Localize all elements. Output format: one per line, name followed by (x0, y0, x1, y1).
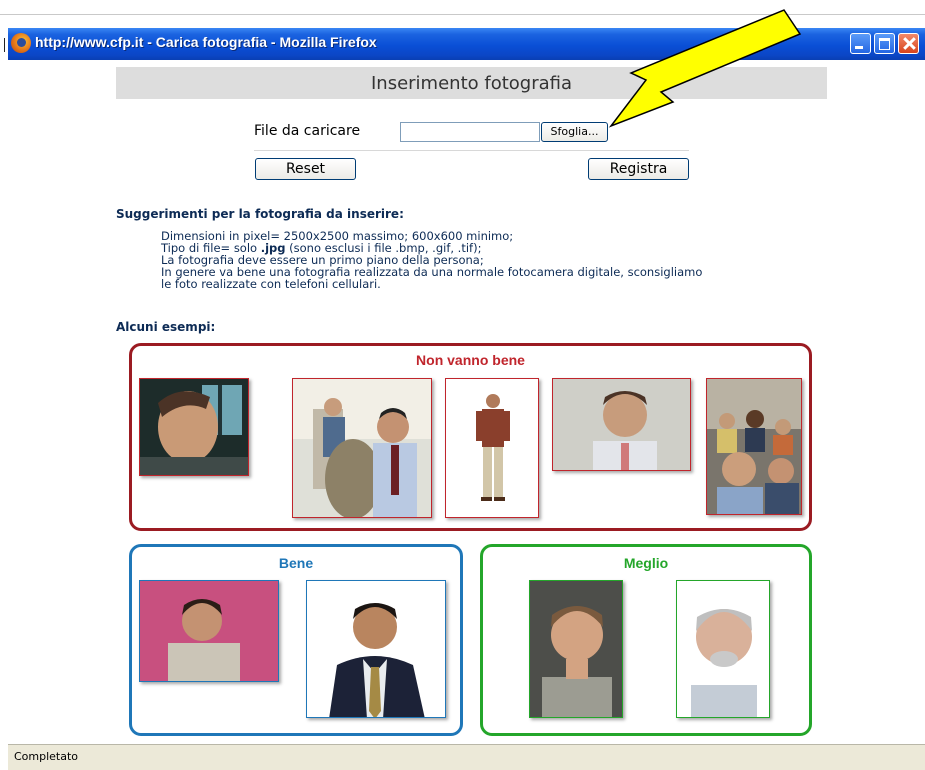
close-button[interactable] (898, 33, 919, 54)
good-photo-suit (306, 580, 446, 718)
reset-button[interactable]: Reset (255, 158, 356, 180)
firefox-icon[interactable] (11, 33, 31, 53)
file-path-input[interactable] (400, 122, 540, 142)
better-examples-title: Meglio (623, 555, 669, 571)
page-content: Inserimento fotografia File da caricare … (8, 60, 925, 744)
desktop-background (0, 0, 925, 28)
bad-photo-side-profile (139, 378, 249, 476)
better-photo-older-man (676, 580, 770, 718)
better-examples-box: Meglio (480, 544, 812, 736)
status-text: Completato (14, 750, 79, 763)
title-bar[interactable]: http://www.cfp.it - Carica fotografia - … (8, 28, 925, 60)
page-title: Inserimento fotografia (370, 73, 573, 94)
bad-photo-crowd (706, 378, 802, 515)
desktop-edge (0, 28, 8, 770)
good-photo-pink-background (139, 580, 279, 682)
suggestions-heading: Suggerimenti per la fotografia da inseri… (116, 207, 404, 221)
good-examples-box: Bene (129, 544, 463, 736)
suggestions-list: Dimensioni in pixel= 2500x2500 massimo; … (161, 230, 702, 290)
browse-button[interactable]: Sfoglia... (541, 122, 608, 142)
page-header: Inserimento fotografia (116, 67, 827, 99)
better-photo-young-man (529, 580, 623, 718)
bad-examples-title: Non vanno bene (416, 352, 525, 368)
file-upload-label: File da caricare (254, 123, 361, 139)
suggestion-camera-cont: le foto realizzate con telefoni cellular… (161, 277, 381, 291)
minimize-button[interactable] (850, 33, 871, 54)
good-examples-title: Bene (278, 555, 314, 571)
window-title: http://www.cfp.it - Carica fotografia - … (35, 34, 377, 50)
bad-photo-wide-portrait (552, 378, 691, 471)
status-bar: Completato (8, 744, 925, 770)
maximize-button[interactable] (874, 33, 895, 54)
bad-photo-office-group (292, 378, 432, 518)
bad-examples-box: Non vanno bene (129, 343, 812, 531)
examples-heading: Alcuni esempi: (116, 320, 216, 334)
firefox-window: http://www.cfp.it - Carica fotografia - … (8, 28, 925, 770)
form-divider (254, 150, 689, 151)
save-button[interactable]: Registra (588, 158, 689, 180)
desktop-divider (0, 14, 925, 15)
bad-photo-full-body (445, 378, 539, 518)
